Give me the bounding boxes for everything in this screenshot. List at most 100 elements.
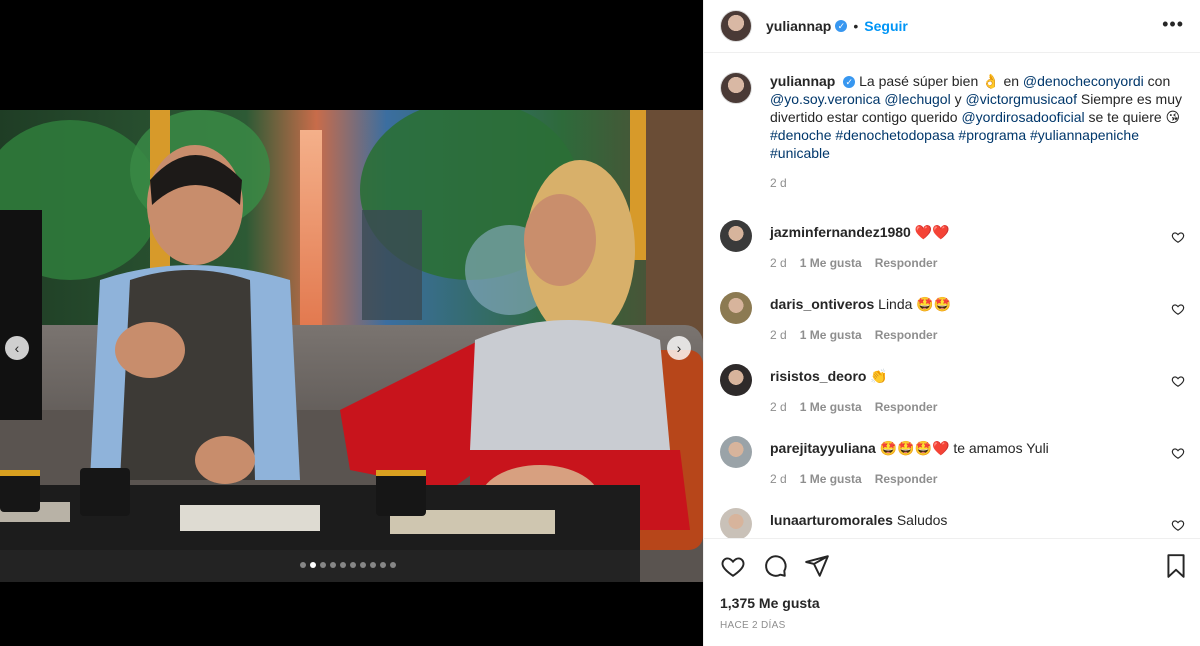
caption-fragment: y <box>950 91 966 107</box>
caption-fragment: se te quiere 😘 <box>1084 109 1181 125</box>
commenter-avatar[interactable] <box>720 436 752 468</box>
comment-text: daris_ontiveros Linda 🤩🤩 <box>770 296 951 313</box>
comment-time[interactable]: 2 d <box>770 400 787 414</box>
carousel-dots <box>300 562 396 568</box>
carousel-prev-button[interactable]: ‹ <box>5 336 29 360</box>
comment-text: risistos_deoro 👏 <box>770 368 888 385</box>
caption-link[interactable]: #yuliannapeniche <box>1030 127 1139 143</box>
post-photo[interactable] <box>0 110 703 582</box>
caption-body: yuliannap ✓ La pasé súper bien 👌 en @den… <box>770 72 1185 192</box>
carousel-dot <box>330 562 336 568</box>
caption-avatar[interactable] <box>720 72 752 104</box>
comment-meta: 2 d 1 Me gusta Responder <box>770 256 950 270</box>
reply-button[interactable]: Responder <box>875 328 938 342</box>
commenter-username[interactable]: lunaarturomorales <box>770 512 893 528</box>
comment-row: jazminfernandez1980 ❤️❤️ 2 d 1 Me gusta Res… <box>720 220 1185 280</box>
commenter-avatar[interactable] <box>720 364 752 396</box>
comment-likes[interactable]: 1 Me gusta <box>800 256 862 270</box>
carousel-dot <box>320 562 326 568</box>
carousel-dot <box>390 562 396 568</box>
comment-body: Linda 🤩🤩 <box>878 296 952 312</box>
post-actions: 1,375 Me gusta HACE 2 DÍAS <box>704 538 1200 646</box>
comment-like-heart-icon[interactable] <box>1171 446 1185 460</box>
caption-link[interactable]: @yo.soy.veronica <box>770 91 880 107</box>
carousel-dot <box>380 562 386 568</box>
carousel-next-button[interactable]: › <box>667 336 691 360</box>
caption-link[interactable]: @yordirosadooficial <box>961 109 1084 125</box>
comment-meta: 2 d 1 Me gusta Responder <box>770 328 950 342</box>
commenter-username[interactable]: risistos_deoro <box>770 368 866 384</box>
reply-button[interactable]: Responder <box>875 256 938 270</box>
verified-badge-icon: ✓ <box>835 20 848 32</box>
comment-text: jazminfernandez1980 ❤️❤️ <box>770 224 950 241</box>
reply-button[interactable]: Responder <box>875 400 938 414</box>
comment-text: lunaarturomorales Saludos <box>770 512 947 528</box>
commenter-username[interactable]: daris_ontiveros <box>770 296 874 312</box>
caption-fragment: con <box>1143 73 1171 89</box>
comment-bubble-icon[interactable] <box>762 553 788 579</box>
carousel-dot <box>310 562 316 568</box>
caption-time: 2 d <box>770 176 787 190</box>
caption-link[interactable]: #denochetodopasa <box>835 127 954 143</box>
commenter-username[interactable]: jazminfernandez1980 <box>770 224 911 240</box>
comments-list[interactable]: yuliannap ✓ La pasé súper bien 👌 en @den… <box>704 54 1200 538</box>
comment-time[interactable]: 2 d <box>770 472 787 486</box>
commenter-avatar[interactable] <box>720 508 752 538</box>
post-timestamp[interactable]: HACE 2 DÍAS <box>720 620 786 631</box>
comment-meta: 2 d 1 Me gusta Responder <box>770 400 950 414</box>
post-media: ‹ › <box>0 0 703 646</box>
like-heart-icon[interactable] <box>720 553 746 579</box>
comment-meta: 2 d 1 Me gusta Responder <box>770 472 950 486</box>
carousel-dot <box>360 562 366 568</box>
author-username[interactable]: yuliannap <box>766 18 831 34</box>
comment-time[interactable]: 2 d <box>770 328 787 342</box>
post-caption: yuliannap ✓ La pasé súper bien 👌 en @den… <box>704 54 1200 192</box>
caption-username[interactable]: yuliannap <box>770 73 835 89</box>
separator-dot: • <box>853 18 859 34</box>
carousel-dot <box>300 562 306 568</box>
commenter-avatar[interactable] <box>720 220 752 252</box>
comment-text: parejitayyuliana 🤩🤩🤩❤️ te amamos Yuli <box>770 440 1049 457</box>
post-sidebar: yuliannap ✓ • Seguir ••• yuliannap ✓ La … <box>703 0 1200 646</box>
verified-badge-icon: ✓ <box>843 76 856 89</box>
carousel-dot <box>340 562 346 568</box>
carousel-dot <box>370 562 376 568</box>
comment-like-heart-icon[interactable] <box>1171 518 1185 532</box>
save-bookmark-icon[interactable] <box>1163 553 1189 579</box>
comment-time[interactable]: 2 d <box>770 256 787 270</box>
comment-row: risistos_deoro 👏 2 d 1 Me gusta Responder <box>720 364 1185 424</box>
comment-likes[interactable]: 1 Me gusta <box>800 328 862 342</box>
reply-button[interactable]: Responder <box>875 472 938 486</box>
share-paper-plane-icon[interactable] <box>804 553 830 579</box>
comment-like-heart-icon[interactable] <box>1171 374 1185 388</box>
comment-like-heart-icon[interactable] <box>1171 302 1185 316</box>
follow-button[interactable]: Seguir <box>864 18 908 34</box>
comment-likes[interactable]: 1 Me gusta <box>800 400 862 414</box>
caption-link[interactable]: #denoche <box>770 127 832 143</box>
caption-link[interactable]: @victorgmusicaof <box>966 91 1077 107</box>
comment-row: daris_ontiveros Linda 🤩🤩 2 d 1 Me gusta Res… <box>720 292 1185 352</box>
commenter-avatar[interactable] <box>720 292 752 324</box>
caption-link[interactable]: #programa <box>958 127 1026 143</box>
carousel-dot <box>350 562 356 568</box>
tv-set-photo <box>0 110 703 582</box>
more-options-icon[interactable]: ••• <box>1162 14 1184 35</box>
commenter-username[interactable]: parejitayyuliana <box>770 440 876 456</box>
chevron-right-icon: › <box>676 340 682 356</box>
caption-link[interactable]: @lechugol <box>884 91 950 107</box>
comment-body: 👏 <box>870 368 888 384</box>
comment-like-heart-icon[interactable] <box>1171 230 1185 244</box>
caption-link[interactable]: #unicable <box>770 145 830 161</box>
comment-body: 🤩🤩🤩❤️ te amamos Yuli <box>879 440 1049 456</box>
comment-row: parejitayyuliana 🤩🤩🤩❤️ te amamos Yuli 2 d… <box>720 436 1185 496</box>
caption-link[interactable]: @denocheconyordi <box>1023 73 1144 89</box>
post-header: yuliannap ✓ • Seguir ••• <box>704 0 1200 53</box>
comment-body: ❤️❤️ <box>914 224 950 240</box>
comment-body: Saludos <box>896 512 948 528</box>
like-count[interactable]: 1,375 Me gusta <box>720 595 820 611</box>
chevron-left-icon: ‹ <box>14 340 20 356</box>
comment-likes[interactable]: 1 Me gusta <box>800 472 862 486</box>
comment-row: lunaarturomorales Saludos <box>720 508 1185 538</box>
caption-fragment: La pasé súper bien 👌 en <box>859 73 1023 89</box>
author-avatar[interactable] <box>720 10 752 42</box>
